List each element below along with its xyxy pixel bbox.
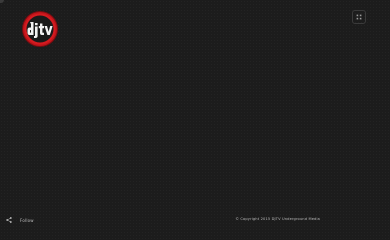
- grid-icon: [356, 14, 362, 20]
- brand-logo[interactable]: [23, 12, 57, 46]
- logo-graphic: [24, 13, 56, 45]
- copyright-text: © Copyright 2015 DJTV Underground Media: [235, 217, 320, 221]
- follow-button[interactable]: Follow: [6, 216, 34, 224]
- menu-button[interactable]: [352, 10, 366, 24]
- corner-mark: [0, 0, 4, 3]
- follow-label: Follow: [20, 217, 34, 223]
- share-icon: [6, 217, 12, 223]
- page: Follow © Copyright 2015 DJTV Underground…: [0, 0, 390, 240]
